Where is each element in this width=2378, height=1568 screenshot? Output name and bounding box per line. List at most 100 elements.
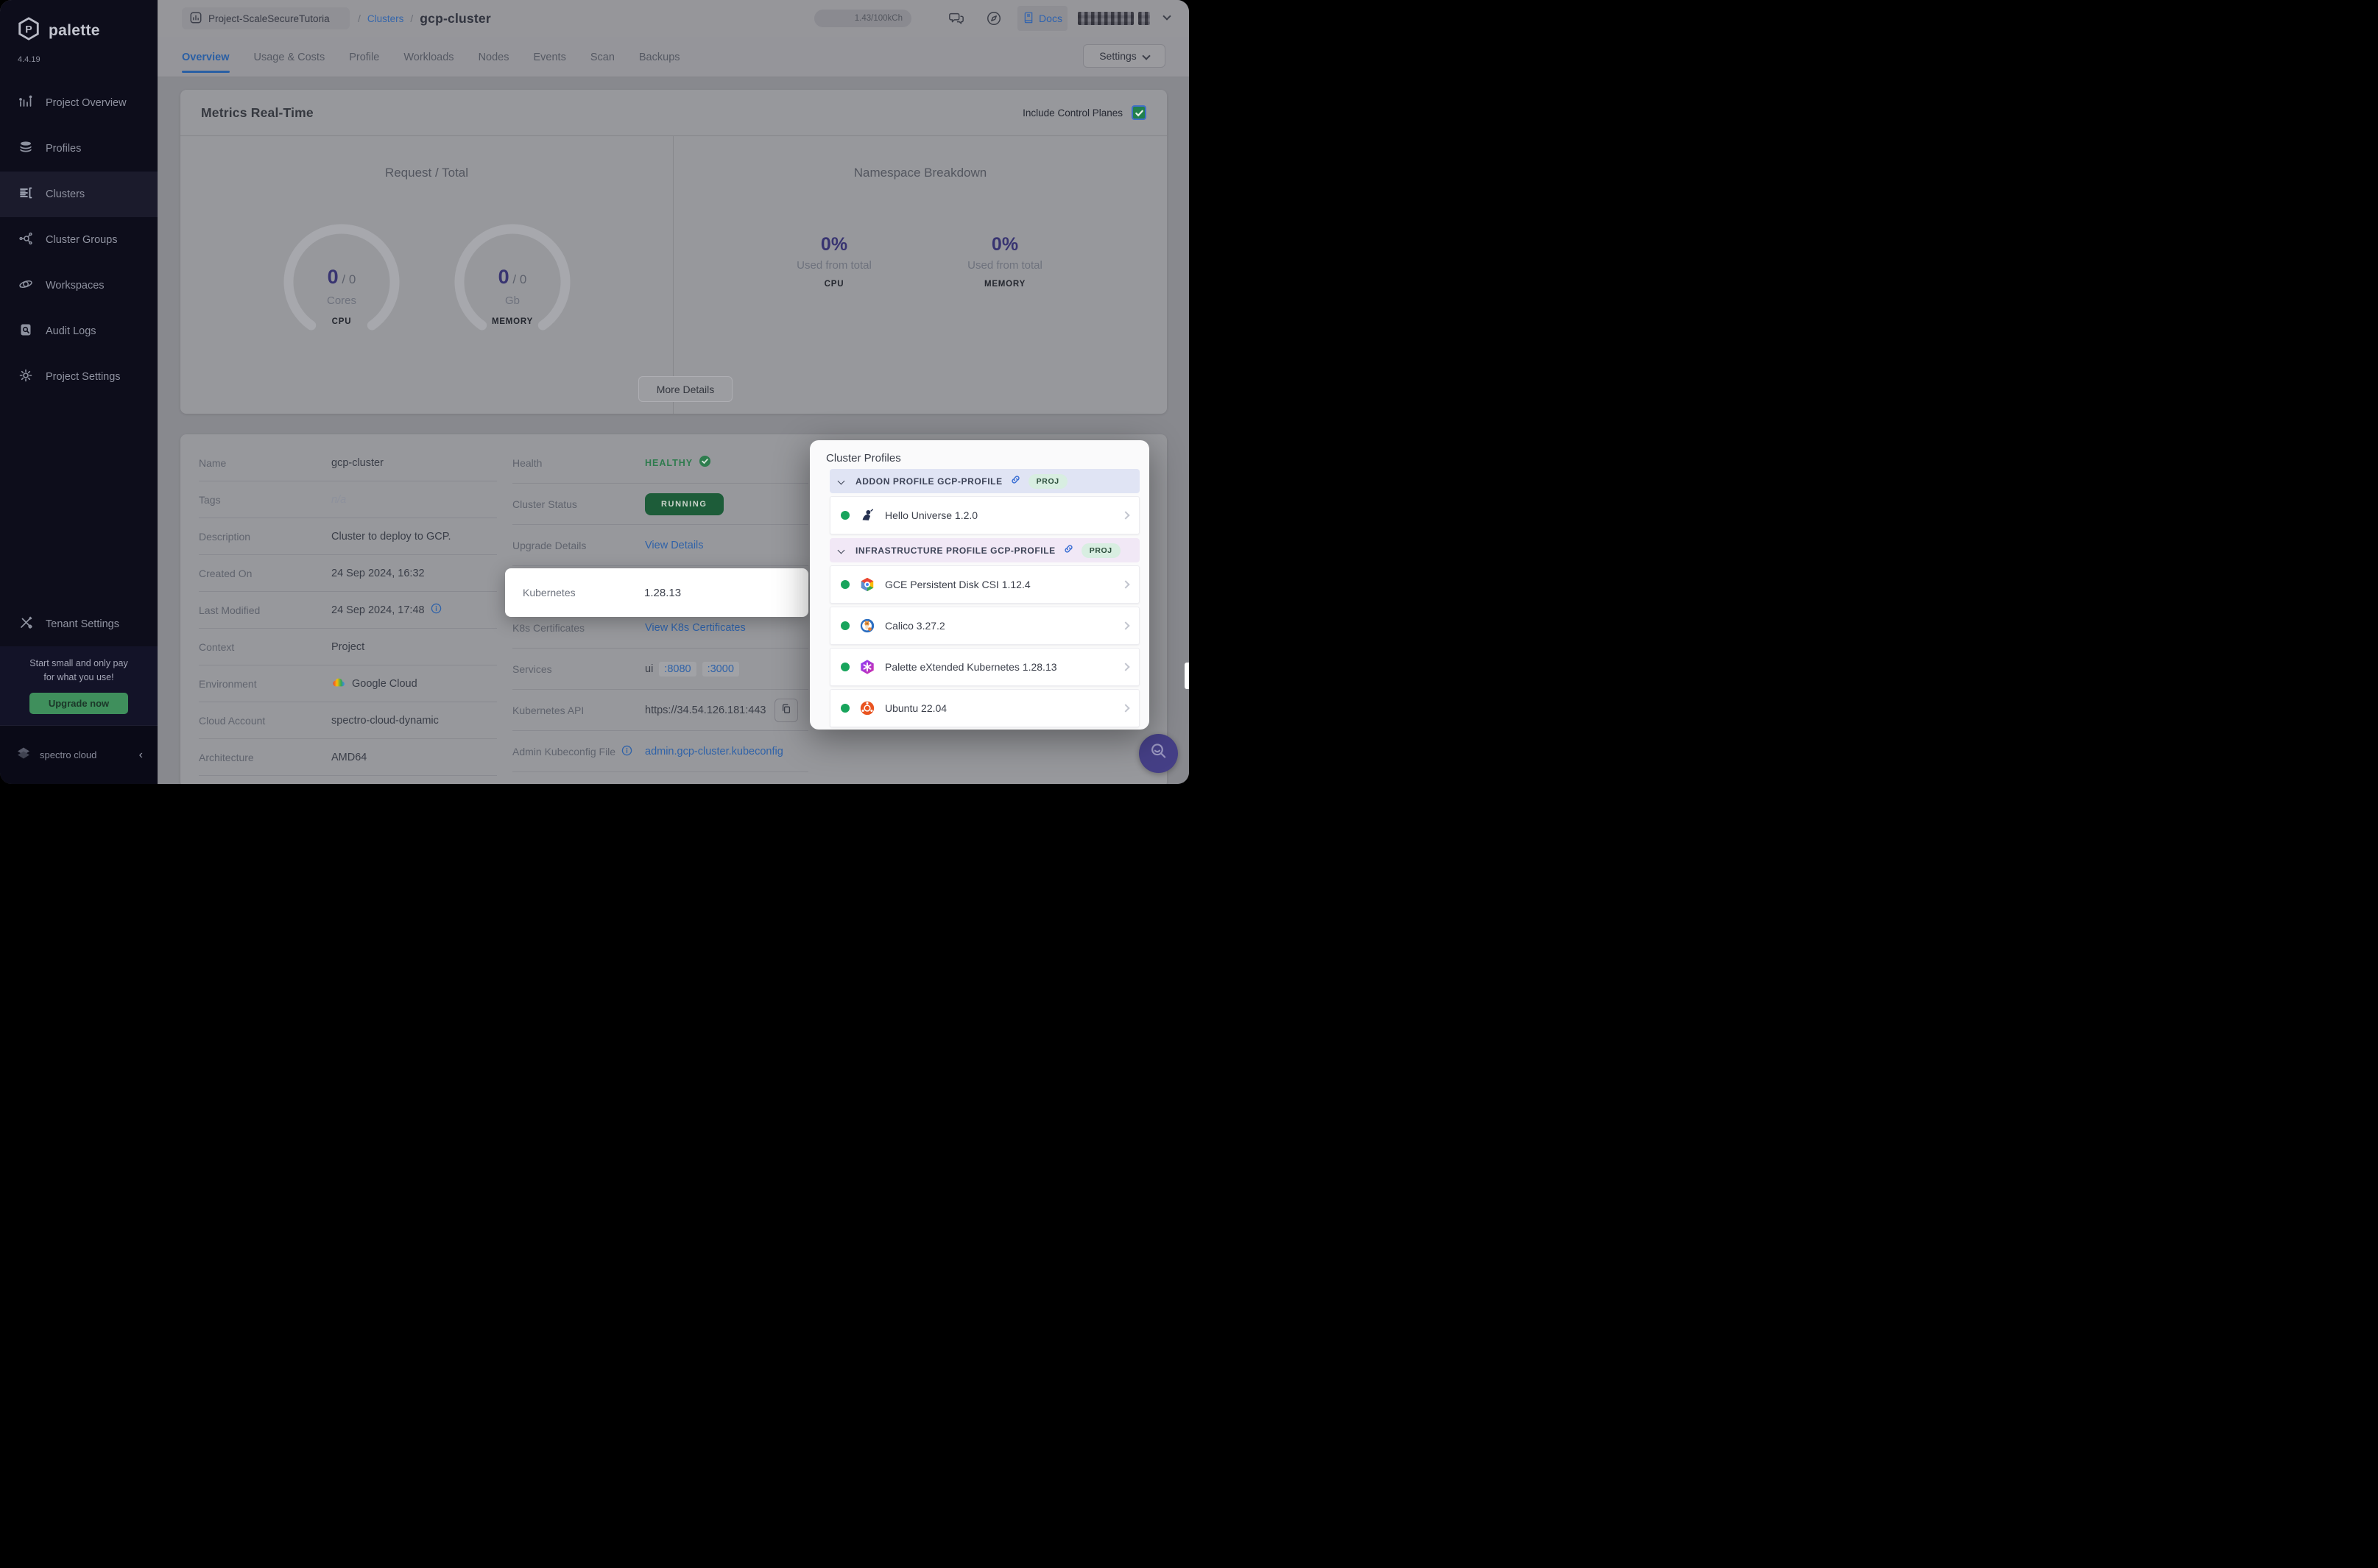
chat-icon[interactable] [948, 10, 964, 27]
info-icon[interactable] [621, 745, 632, 758]
namespace-breakdown-title: Namespace Breakdown [853, 166, 987, 180]
upgrade-promo: Start small and only pay for what you us… [0, 646, 158, 725]
detail-row-last-modified: Last Modified 24 Sep 2024, 17:48 [199, 592, 497, 629]
docs-button[interactable]: Docs [1017, 6, 1068, 31]
cpu-caption: CPU [331, 317, 352, 326]
health-status: HEALTHY [645, 457, 694, 468]
tab-usage-costs[interactable]: Usage & Costs [254, 37, 325, 77]
copy-icon [780, 703, 792, 718]
tab-scan[interactable]: Scan [590, 37, 615, 77]
edge-highlight [1185, 663, 1189, 689]
main-area: Project-ScaleSecureTutoria / Clusters / … [158, 0, 1189, 784]
link-icon[interactable] [1063, 543, 1074, 558]
detail-row-name: Name gcp-cluster [199, 445, 497, 481]
tab-profile[interactable]: Profile [349, 37, 379, 77]
app-window: P palette 4.4.19 Project Overview Profil… [0, 0, 1189, 784]
user-menu-chevron-down-icon[interactable] [1162, 12, 1171, 21]
top-bar: Project-ScaleSecureTutoria / Clusters / … [158, 0, 1189, 37]
chevron-down-icon [837, 477, 845, 485]
breadcrumb-separator: / [410, 13, 414, 24]
kubeconfig-download-link[interactable]: admin.gcp-cluster.kubeconfig [645, 746, 783, 757]
sidebar-item-label: Audit Logs [46, 325, 96, 337]
metrics-body: Request / Total Namespace Breakdown 0 / … [180, 136, 1167, 414]
profile-layer-gce-persistent-disk[interactable]: GCE Persistent Disk CSI 1.12.4 [830, 565, 1140, 604]
view-k8s-certificates-link[interactable]: View K8s Certificates [645, 622, 746, 634]
cluster-status-badge: RUNNING [645, 492, 724, 515]
kubernetes-version: 1.28.13 [644, 586, 682, 599]
cpu-gauge: 0 / 0 Cores CPU [283, 223, 401, 341]
search-fab-button[interactable] [1139, 734, 1178, 773]
sidebar-item-project-overview[interactable]: Project Overview [0, 80, 158, 126]
metrics-header: Metrics Real-Time Include Control Planes [180, 90, 1167, 136]
namespace-memory-stat: 0% Used from total MEMORY [924, 234, 1086, 289]
sidebar-item-label: Clusters [46, 188, 85, 200]
tools-icon [18, 615, 33, 633]
svg-text:P: P [25, 24, 32, 36]
infrastructure-profile-section-header[interactable]: INFRASTRUCTURE PROFILE GCP-PROFILE PROJ [830, 538, 1140, 562]
breadcrumb-clusters-link[interactable]: Clusters [367, 13, 404, 24]
sidebar-item-label: Workspaces [46, 280, 105, 292]
sidebar-item-label: Project Settings [46, 371, 121, 383]
tab-nodes[interactable]: Nodes [479, 37, 509, 77]
detail-row-cloud-account: Cloud Account spectro-cloud-dynamic [199, 702, 497, 739]
chevron-right-icon [1121, 663, 1130, 671]
project-icon [189, 11, 202, 27]
service-port-3000-link[interactable]: :3000 [702, 661, 739, 677]
include-control-planes-checkbox[interactable] [1132, 105, 1146, 120]
sidebar-item-tenant-settings[interactable]: Tenant Settings [0, 602, 158, 646]
link-icon[interactable] [1010, 474, 1021, 489]
settings-button[interactable]: Settings [1083, 44, 1165, 68]
metrics-card: Metrics Real-Time Include Control Planes… [180, 90, 1167, 414]
sidebar-item-workspaces[interactable]: Workspaces [0, 263, 158, 308]
gear-icon [18, 368, 33, 386]
sidebar-item-label: Cluster Groups [46, 234, 118, 246]
sidebar-collapse-button[interactable]: ‹ [139, 749, 143, 762]
addon-profile-section-header[interactable]: ADDON PROFILE GCP-PROFILE PROJ [830, 469, 1140, 493]
footer-brand: spectro cloud [40, 749, 97, 760]
tab-events[interactable]: Events [533, 37, 565, 77]
details-left-column: Name gcp-cluster Tags n/a Description Cl… [199, 445, 497, 776]
magnifier-icon [1148, 741, 1170, 766]
sidebar-item-audit-logs[interactable]: Audit Logs [0, 308, 158, 354]
chevron-right-icon [1121, 621, 1130, 630]
profile-layer-hello-universe[interactable]: Hello Universe 1.2.0 [830, 496, 1140, 534]
project-selector[interactable]: Project-ScaleSecureTutoria [182, 7, 350, 29]
service-port-8080-link[interactable]: :8080 [659, 661, 696, 677]
book-icon [1023, 12, 1034, 26]
sidebar-item-clusters[interactable]: Clusters [0, 172, 158, 217]
view-details-link[interactable]: View Details [645, 540, 704, 551]
more-details-button[interactable]: More Details [638, 376, 733, 402]
tab-backups[interactable]: Backups [639, 37, 680, 77]
google-cloud-icon [331, 677, 346, 691]
tab-overview[interactable]: Overview [182, 37, 230, 77]
sidebar-footer: spectro cloud ‹ [0, 725, 158, 784]
profile-layer-palette-extended-kubernetes[interactable]: Palette eXtended Kubernetes 1.28.13 [830, 648, 1140, 686]
detail-row-context: Context Project [199, 629, 497, 665]
calico-icon [858, 617, 876, 635]
profile-layer-ubuntu[interactable]: Ubuntu 22.04 [830, 689, 1140, 727]
check-circle-icon [699, 455, 711, 470]
settings-label: Settings [1099, 50, 1137, 62]
request-total-title: Request / Total [384, 166, 469, 180]
audit-log-icon [18, 322, 33, 340]
profile-layer-calico[interactable]: Calico 3.27.2 [830, 607, 1140, 645]
status-dot [841, 663, 850, 671]
memory-caption: MEMORY [491, 317, 534, 326]
sidebar-item-label: Profiles [46, 143, 82, 155]
detail-row-description: Description Cluster to deploy to GCP. [199, 518, 497, 555]
copy-button[interactable] [775, 698, 799, 722]
upgrade-now-button[interactable]: Upgrade now [29, 693, 129, 714]
cluster-profiles-title: Cluster Profiles [826, 452, 901, 465]
network-nodes-icon [18, 231, 33, 249]
compass-icon[interactable] [986, 10, 1002, 27]
memory-unit: Gb [504, 294, 520, 307]
credits-badge: 1.43/100kCh [814, 10, 911, 27]
scope-badge: PROJ [1028, 473, 1068, 489]
sidebar-item-cluster-groups[interactable]: Cluster Groups [0, 217, 158, 263]
info-icon[interactable] [431, 603, 442, 617]
sidebar-item-profiles[interactable]: Profiles [0, 126, 158, 172]
sidebar-item-project-settings[interactable]: Project Settings [0, 354, 158, 400]
tab-workloads[interactable]: Workloads [403, 37, 454, 77]
detail-row-cluster-status: Cluster Status RUNNING [512, 484, 808, 525]
chevron-right-icon [1121, 511, 1130, 520]
